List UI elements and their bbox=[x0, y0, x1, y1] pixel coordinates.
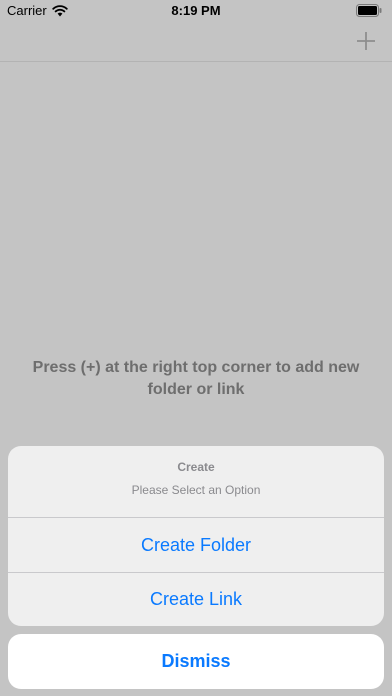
action-sheet: Create Please Select an Option Create Fo… bbox=[8, 446, 384, 626]
status-time: 8:19 PM bbox=[171, 3, 221, 18]
battery-icon bbox=[356, 4, 382, 20]
action-sheet-message: Please Select an Option bbox=[131, 483, 261, 497]
navigation-bar bbox=[0, 22, 392, 62]
dismiss-button[interactable]: Dismiss bbox=[8, 634, 384, 689]
plus-icon bbox=[357, 32, 375, 50]
action-sheet-header: Create Please Select an Option bbox=[8, 446, 384, 518]
action-sheet-title: Create bbox=[177, 460, 215, 474]
create-link-button[interactable]: Create Link bbox=[8, 572, 384, 626]
status-bar: Carrier 8:19 PM bbox=[0, 0, 392, 22]
create-folder-button[interactable]: Create Folder bbox=[8, 518, 384, 572]
add-button[interactable] bbox=[354, 29, 378, 53]
empty-state-message: Press (+) at the right top corner to add… bbox=[32, 359, 360, 398]
